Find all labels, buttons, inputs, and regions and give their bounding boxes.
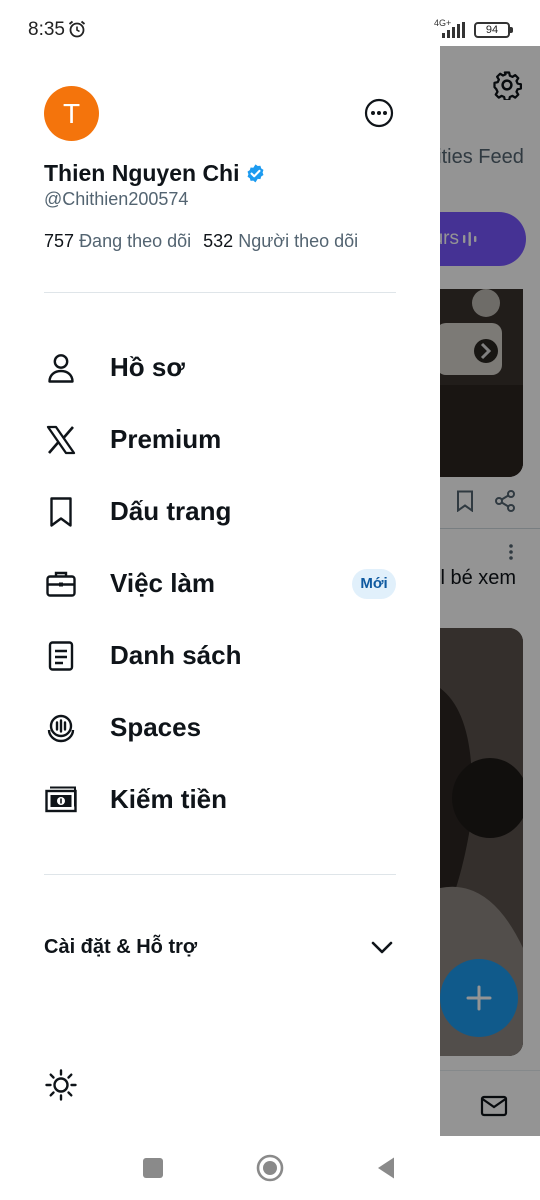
verified-badge-icon	[247, 164, 264, 183]
menu-item-monetization[interactable]: Kiếm tiền	[0, 768, 440, 832]
menu-item-label: Premium	[110, 424, 222, 454]
menu-item-bookmarks[interactable]: Dấu trang	[0, 480, 440, 544]
list-icon	[48, 641, 74, 671]
back-button[interactable]	[376, 1156, 396, 1180]
followers-count: 532	[203, 231, 234, 251]
battery-level: 94	[485, 24, 499, 36]
following-count: 757	[44, 231, 75, 251]
bookmark-icon	[50, 497, 72, 527]
menu-item-label: Dấu trang	[110, 496, 232, 526]
menu-item-jobs[interactable]: Việc làm Mới	[0, 552, 440, 616]
menu-item-spaces[interactable]: Spaces	[0, 696, 440, 760]
divider	[44, 292, 396, 293]
menu-item-premium[interactable]: Premium	[0, 408, 440, 472]
signal-icon	[442, 22, 465, 38]
followers-link[interactable]: 532 Người theo dõi	[203, 231, 358, 251]
menu-item-label: Việc làm	[110, 568, 216, 598]
home-button[interactable]	[256, 1154, 284, 1182]
drawer-overlay[interactable]	[440, 46, 540, 1136]
menu-item-label: Danh sách	[110, 640, 242, 670]
user-handle: @Chithien200574	[44, 189, 189, 209]
recents-button[interactable]	[143, 1158, 163, 1178]
menu-item-label: Kiếm tiền	[110, 784, 228, 814]
following-link[interactable]: 757 Đang theo dõi	[44, 231, 191, 251]
system-navigation-bar	[0, 1136, 540, 1200]
settings-support-label: Cài đặt & Hỗ trợ	[44, 936, 198, 958]
status-bar: 8:35 4G+ 94	[0, 0, 540, 58]
settings-support-toggle[interactable]: Cài đặt & Hỗ trợ	[0, 916, 440, 980]
theme-toggle-icon[interactable]	[44, 1068, 78, 1102]
following-label: Đang theo dõi	[79, 231, 192, 251]
new-badge: Mới	[352, 569, 396, 599]
status-time: 8:35	[28, 19, 65, 40]
alarm-icon	[68, 20, 86, 38]
display-name[interactable]: Thien Nguyen Chi	[44, 160, 240, 187]
briefcase-icon	[46, 571, 76, 597]
menu-item-label: Hồ sơ	[110, 352, 185, 382]
battery-icon: 94	[474, 22, 513, 38]
more-options-icon[interactable]	[364, 98, 394, 128]
followers-label: Người theo dõi	[238, 231, 359, 251]
x-logo-icon	[46, 425, 76, 455]
chevron-down-icon	[371, 941, 393, 954]
navigation-drawer: T Thien Nguyen Chi @Chithien200574 757 Đ…	[0, 46, 440, 1136]
money-icon	[45, 786, 77, 813]
menu-item-lists[interactable]: Danh sách	[0, 624, 440, 688]
avatar[interactable]: T	[44, 86, 99, 141]
follow-stats: 757 Đang theo dõi 532 Người theo dõi	[44, 231, 358, 252]
menu-item-label: Spaces	[110, 712, 202, 742]
spaces-icon	[47, 714, 75, 743]
divider	[44, 874, 396, 875]
profile-icon	[48, 354, 74, 383]
menu-item-profile[interactable]: Hồ sơ	[0, 336, 440, 400]
